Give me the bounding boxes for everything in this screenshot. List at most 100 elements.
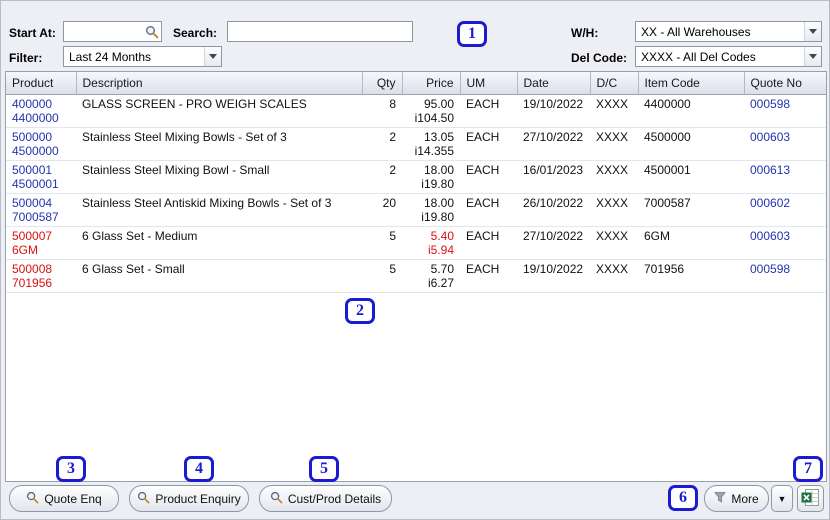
description-cell: 6 Glass Set - Small	[76, 259, 362, 293]
annotation-badge-7: 7	[793, 456, 823, 482]
search-icon	[270, 491, 283, 507]
um-cell: EACH	[460, 226, 517, 260]
um-cell: EACH	[460, 193, 517, 227]
excel-icon	[801, 488, 820, 510]
item-code-cell: 4500000	[638, 127, 744, 161]
quote-no-cell[interactable]: 000598	[744, 259, 826, 293]
item-code-cell: 4400000	[638, 94, 744, 128]
funnel-icon	[714, 491, 727, 506]
chevron-down-icon	[804, 47, 821, 66]
description-cell: Stainless Steel Mixing Bowls - Set of 3	[76, 127, 362, 161]
warehouse-dropdown[interactable]: XX - All Warehouses	[635, 21, 822, 42]
search-input[interactable]	[228, 22, 412, 41]
qty-cell: 2	[362, 127, 402, 161]
date-cell: 27/10/2022	[517, 226, 590, 260]
product-cell[interactable]: 500000 4500000	[6, 127, 76, 161]
filter-value: Last 24 Months	[69, 49, 152, 64]
product-cell[interactable]: 400000 4400000	[6, 94, 76, 128]
product-cell[interactable]: 500001 4500001	[6, 160, 76, 194]
annotation-badge-6: 6	[668, 485, 698, 511]
grid-header: Product Description Qty Price UM Date D/…	[6, 72, 826, 95]
description-cell: 6 Glass Set - Medium	[76, 226, 362, 260]
col-header-product[interactable]: Product	[6, 72, 77, 95]
quote-no-cell[interactable]: 000613	[744, 160, 826, 194]
product-cell[interactable]: 500004 7000587	[6, 193, 76, 227]
qty-cell: 8	[362, 94, 402, 128]
price-cell: 5.40 i5.94	[402, 226, 460, 260]
dc-cell: XXXX	[590, 160, 638, 194]
item-code-cell: 6GM	[638, 226, 744, 260]
description-cell: Stainless Steel Antiskid Mixing Bowls - …	[76, 193, 362, 227]
dc-cell: XXXX	[590, 94, 638, 128]
search-icon	[26, 491, 39, 507]
col-header-date[interactable]: Date	[517, 72, 591, 95]
more-dropdown-button[interactable]: ▼	[771, 485, 793, 512]
product-enquiry-button[interactable]: Product Enquiry	[129, 485, 249, 512]
chevron-down-icon	[204, 47, 221, 66]
um-cell: EACH	[460, 160, 517, 194]
search-label: Search:	[173, 26, 218, 40]
start-at-label: Start At:	[9, 26, 56, 40]
qty-cell: 20	[362, 193, 402, 227]
description-cell: Stainless Steel Mixing Bowl - Small	[76, 160, 362, 194]
table-row[interactable]: 500007 6GM 6 Glass Set - Medium 5 5.40 i5.…	[6, 226, 826, 260]
dc-cell: XXXX	[590, 127, 638, 161]
search-icon[interactable]	[143, 22, 161, 41]
col-header-description[interactable]: Description	[76, 72, 363, 95]
table-row[interactable]: 500008 701956 6 Glass Set - Small 5 5.70 i…	[6, 259, 826, 293]
description-cell: GLASS SCREEN - PRO WEIGH SCALES	[76, 94, 362, 128]
col-header-price[interactable]: Price	[402, 72, 461, 95]
product-cell[interactable]: 500008 701956	[6, 259, 76, 293]
quote-no-cell[interactable]: 000602	[744, 193, 826, 227]
qty-cell: 5	[362, 226, 402, 260]
product-cell[interactable]: 500007 6GM	[6, 226, 76, 260]
del-code-value: XXXX - All Del Codes	[641, 49, 756, 64]
date-cell: 19/10/2022	[517, 94, 590, 128]
table-row[interactable]: 500000 4500000 Stainless Steel Mixing Bow…	[6, 127, 826, 161]
cust-prod-details-label: Cust/Prod Details	[287, 491, 382, 506]
price-cell: 95.00 i104.50	[402, 94, 460, 128]
col-header-quote-no[interactable]: Quote No	[744, 72, 826, 95]
dc-cell: XXXX	[590, 193, 638, 227]
quote-no-cell[interactable]: 000603	[744, 226, 826, 260]
start-at-input[interactable]	[64, 22, 143, 41]
table-row[interactable]: 500001 4500001 Stainless Steel Mixing Bow…	[6, 160, 826, 194]
annotation-badge-4: 4	[184, 456, 214, 482]
del-code-dropdown[interactable]: XXXX - All Del Codes	[635, 46, 822, 67]
annotation-badge-3: 3	[56, 456, 86, 482]
annotation-badge-2: 2	[345, 298, 375, 324]
quote-enq-label: Quote Enq	[44, 491, 102, 506]
item-code-cell: 701956	[638, 259, 744, 293]
more-button[interactable]: More	[704, 485, 769, 512]
quote-enq-button[interactable]: Quote Enq	[9, 485, 119, 512]
date-cell: 26/10/2022	[517, 193, 590, 227]
search-icon	[137, 491, 150, 507]
table-row[interactable]: 500004 7000587 Stainless Steel Antiskid M…	[6, 193, 826, 227]
filter-dropdown[interactable]: Last 24 Months	[63, 46, 222, 67]
del-code-label: Del Code:	[571, 51, 628, 65]
warehouse-value: XX - All Warehouses	[641, 24, 751, 39]
annotation-badge-1: 1	[457, 21, 487, 47]
item-code-cell: 7000587	[638, 193, 744, 227]
table-row[interactable]: 400000 4400000 GLASS SCREEN - PRO WEIGH S…	[6, 94, 826, 128]
cust-prod-details-button[interactable]: Cust/Prod Details	[259, 485, 392, 512]
filter-label: Filter:	[9, 51, 43, 65]
qty-cell: 2	[362, 160, 402, 194]
search-field[interactable]	[227, 21, 413, 42]
results-grid: Product Description Qty Price UM Date D/…	[5, 71, 827, 482]
col-header-dc[interactable]: D/C	[590, 72, 639, 95]
excel-export-button[interactable]	[797, 485, 824, 512]
um-cell: EACH	[460, 259, 517, 293]
col-header-item-code[interactable]: Item Code	[638, 72, 745, 95]
quote-no-cell[interactable]: 000603	[744, 127, 826, 161]
more-label: More	[731, 491, 759, 506]
qty-cell: 5	[362, 259, 402, 293]
start-at-field[interactable]	[63, 21, 162, 42]
price-cell: 13.05 i14.355	[402, 127, 460, 161]
col-header-um[interactable]: UM	[460, 72, 518, 95]
date-cell: 19/10/2022	[517, 259, 590, 293]
col-header-qty[interactable]: Qty	[362, 72, 403, 95]
item-code-cell: 4500001	[638, 160, 744, 194]
quote-no-cell[interactable]: 000598	[744, 94, 826, 128]
chevron-down-icon	[804, 22, 821, 41]
